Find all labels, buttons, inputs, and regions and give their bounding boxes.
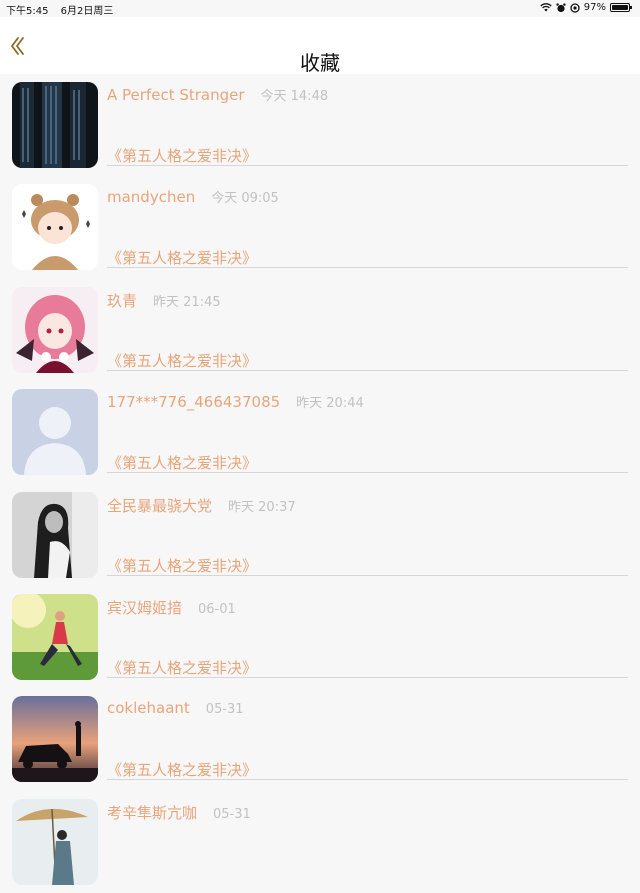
list-item[interactable]: 考辛隼斯亢咖 05-31 <box>0 791 640 893</box>
status-bar: 下午5:45 6月2日周三 97% <box>0 0 640 17</box>
navigation-bar: 收藏 <box>0 17 640 75</box>
item-time: 今天 14:48 <box>260 89 329 104</box>
item-topic[interactable]: 《第五人格之爱非决》 <box>107 759 257 780</box>
item-time: 05-31 <box>205 702 244 718</box>
divider <box>107 779 628 781</box>
avatar[interactable] <box>12 491 98 578</box>
battery-percent: 97% <box>583 2 606 13</box>
divider <box>107 574 628 576</box>
wifi-icon <box>540 3 552 12</box>
item-time: 05-31 <box>213 806 251 822</box>
list-item[interactable]: 玖青 昨天 21:45 《第五人格之爱非决》 <box>0 279 640 381</box>
item-time: 今天 09:05 <box>211 191 279 207</box>
avatar[interactable] <box>12 696 98 783</box>
favorites-list: A Perfect Stranger 今天 14:48 《第五人格之爱非决》 ma… <box>0 74 640 893</box>
item-topic[interactable]: 《第五人格之爱非决》 <box>107 657 257 678</box>
list-item[interactable]: mandychen 今天 09:05 《第五人格之爱非决》 <box>0 176 640 278</box>
page-title: 收藏 <box>300 51 340 75</box>
avatar[interactable] <box>12 82 98 168</box>
item-time: 昨天 21:45 <box>153 294 221 310</box>
battery-icon <box>610 3 632 12</box>
location-lock-icon <box>570 2 580 13</box>
avatar[interactable] <box>12 286 98 373</box>
item-topic[interactable]: 《第五人格之爱非决》 <box>107 452 257 473</box>
item-name: mandychen <box>107 188 196 207</box>
divider <box>107 472 628 474</box>
item-name: 177***776_466437085 <box>107 393 281 412</box>
item-topic[interactable]: 《第五人格之爱非决》 <box>107 555 257 576</box>
item-name: coklehaant <box>107 699 190 718</box>
list-item[interactable]: 全民暴最骁大党 昨天 20:37 《第五人格之爱非决》 <box>0 484 640 586</box>
item-name: 玖青 <box>107 291 138 310</box>
list-item[interactable]: 177***776_466437085 昨天 20:44 《第五人格之爱非决》 <box>0 381 640 483</box>
avatar[interactable] <box>12 184 98 271</box>
item-time: 昨天 20:37 <box>228 499 296 515</box>
item-time: 06-01 <box>198 601 236 617</box>
item-name: 全民暴最骁大党 <box>107 496 213 515</box>
item-name: 宾汉姆姬揞 <box>107 598 183 617</box>
alarm-icon <box>556 2 566 13</box>
item-topic[interactable]: 《第五人格之爱非决》 <box>107 247 257 268</box>
status-time: 下午5:45 <box>6 6 49 17</box>
item-topic[interactable]: 《第五人格之爱非决》 <box>107 350 257 371</box>
divider <box>107 676 628 678</box>
list-item[interactable]: 宾汉姆姬揞 06-01 《第五人格之爱非决》 <box>0 586 640 688</box>
list-item[interactable]: coklehaant 05-31 《第五人格之爱非决》 <box>0 688 640 790</box>
avatar[interactable] <box>12 798 98 885</box>
list-item[interactable]: A Perfect Stranger 今天 14:48 《第五人格之爱非决》 <box>0 74 640 176</box>
divider <box>107 369 628 371</box>
avatar[interactable] <box>12 593 98 680</box>
divider <box>107 165 628 166</box>
item-topic[interactable]: 《第五人格之爱非决》 <box>107 145 257 166</box>
avatar[interactable] <box>12 389 98 476</box>
divider <box>107 267 628 269</box>
status-date: 6月2日周三 <box>60 6 114 17</box>
item-name: 考辛隼斯亢咖 <box>107 803 198 822</box>
item-time: 昨天 20:44 <box>296 396 364 412</box>
item-name: A Perfect Stranger <box>107 86 245 104</box>
